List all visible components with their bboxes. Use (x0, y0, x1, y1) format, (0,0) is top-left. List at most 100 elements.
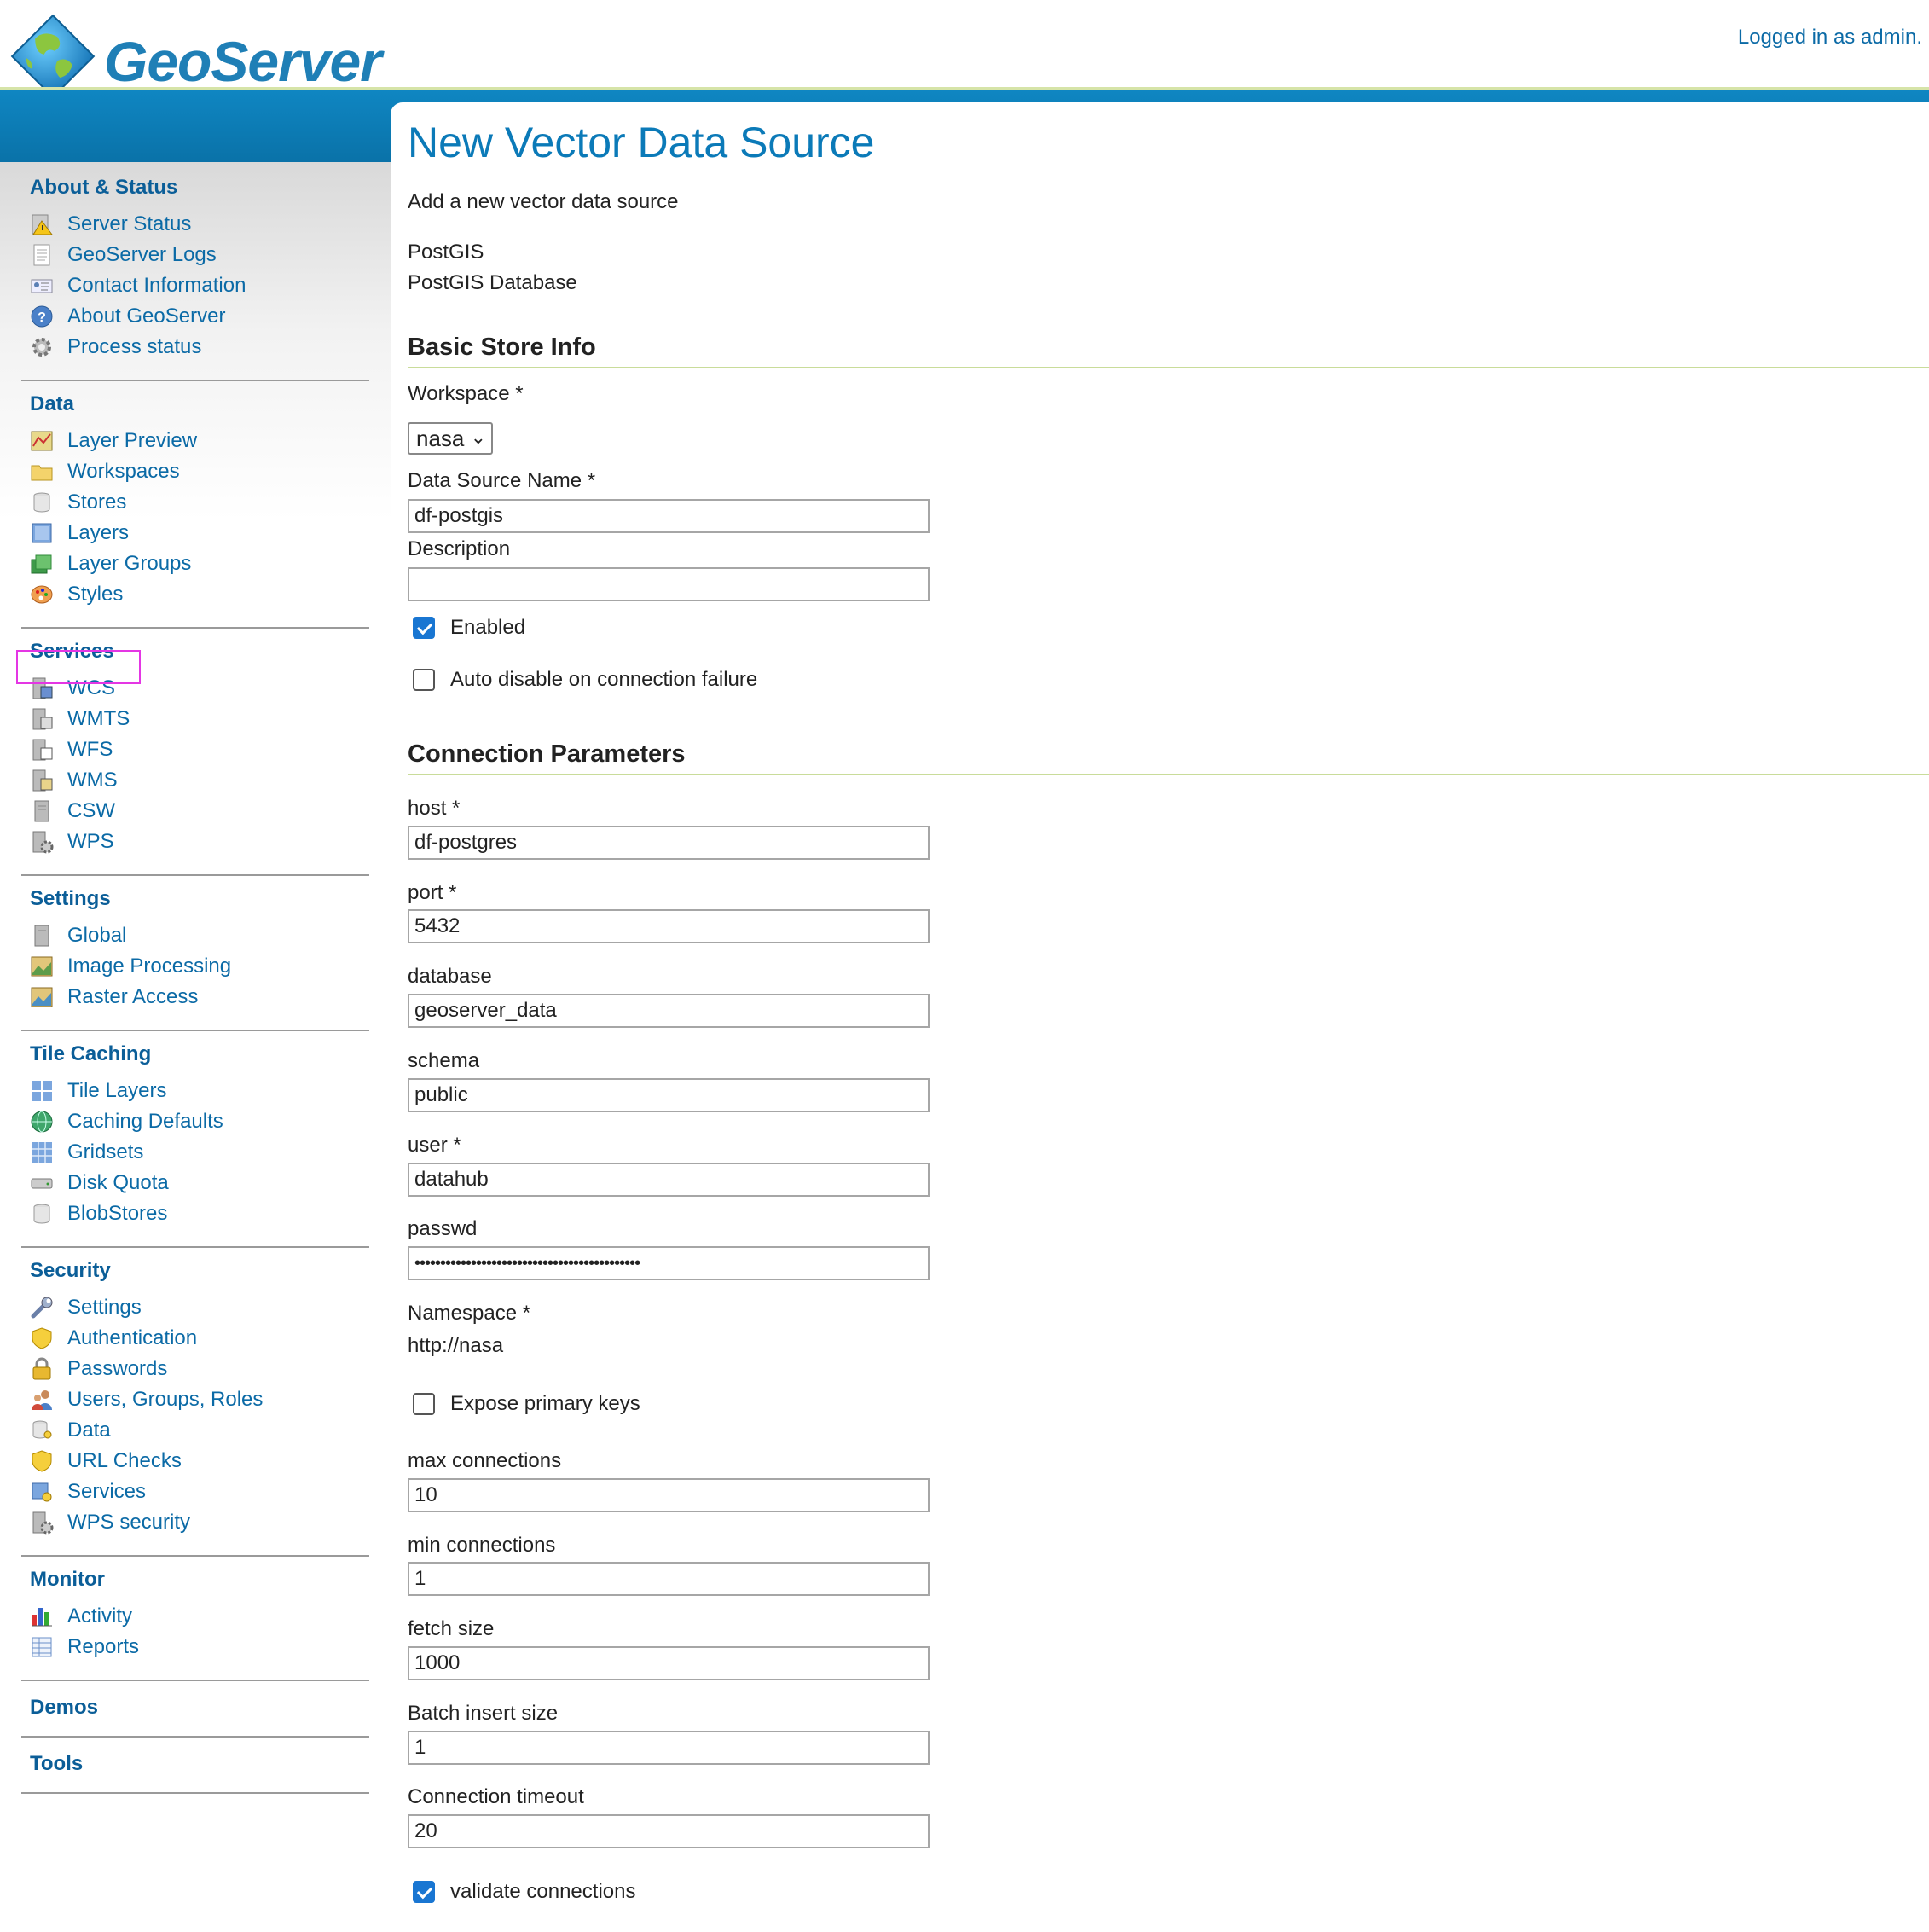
database-icon (33, 492, 50, 513)
service-wmts-icon (32, 708, 53, 730)
section-divider (408, 367, 1929, 368)
schema-label: schema (408, 1049, 480, 1072)
validate-connections-label: validate connections (450, 1880, 636, 1903)
section-title[interactable]: About & Status (30, 175, 369, 200)
sidebar-divider (21, 1680, 369, 1681)
namespace-value: http://nasa (408, 1334, 504, 1357)
image-settings-icon (31, 956, 53, 977)
raster-icon (31, 987, 53, 1007)
workspace-select[interactable]: nasa ⌄ (408, 422, 493, 455)
section-heading-connection: Connection Parameters (408, 740, 686, 768)
sidebar-divider (21, 1246, 369, 1248)
help-icon: ? (31, 305, 53, 328)
schema-input[interactable] (408, 1078, 930, 1112)
passwd-input[interactable]: ••••••••••••••••••••••••••••••••••••••••… (408, 1246, 930, 1280)
sidebar-section-tools: Tools (21, 1751, 369, 1777)
port-input[interactable] (408, 909, 930, 943)
tile-grid-icon (32, 1081, 52, 1101)
page-title: New Vector Data Source (408, 119, 875, 166)
user-label: user * (408, 1134, 461, 1157)
folder-icon (31, 465, 53, 481)
logo-wordmark: GeoServer (104, 30, 382, 93)
sidebar-section-monitor: Monitor (21, 1567, 369, 1593)
batch-insert-size-input[interactable] (408, 1731, 930, 1765)
services-key-icon (32, 1482, 52, 1502)
connection-timeout-label: Connection timeout (408, 1785, 584, 1808)
database-input[interactable] (408, 994, 930, 1028)
connection-timeout-input[interactable] (408, 1814, 930, 1848)
chevron-down-icon: ⌄ (470, 426, 486, 448)
workspace-select-value: nasa (416, 426, 465, 451)
enabled-checkbox[interactable] (413, 617, 435, 639)
section-title[interactable]: Tile Caching (30, 1041, 369, 1067)
auto-disable-checkbox[interactable] (413, 669, 435, 691)
description-label: Description (408, 537, 511, 560)
min-connections-label: min connections (408, 1534, 556, 1557)
enabled-label: Enabled (450, 616, 526, 639)
auto-disable-label: Auto disable on connection failure (450, 668, 758, 691)
lock-icon (32, 1357, 51, 1380)
max-connections-input[interactable] (408, 1478, 930, 1512)
database-icon (33, 1204, 50, 1224)
host-label: host * (408, 797, 461, 820)
document-icon (33, 244, 50, 266)
sidebar-divider (21, 627, 369, 629)
bar-chart-icon (32, 1608, 52, 1627)
wrench-icon (31, 1297, 53, 1319)
globe-icon (31, 1111, 53, 1133)
store-type-description: PostGIS Database (408, 271, 577, 294)
data-source-name-label: Data Source Name * (408, 469, 596, 492)
sidebar-section-tile-caching: Tile Caching (21, 1041, 369, 1067)
store-type: PostGIS (408, 241, 484, 264)
min-connections-input[interactable] (408, 1562, 930, 1596)
section-title-demos[interactable]: Demos (30, 1695, 369, 1720)
main-content: New Vector Data Source Add a new vector … (391, 102, 1929, 1932)
gear-icon (32, 338, 51, 357)
report-table-icon (32, 1637, 52, 1657)
service-wms-icon (32, 769, 53, 792)
data-source-name-input[interactable] (408, 499, 930, 533)
expose-primary-keys-label: Expose primary keys (450, 1392, 640, 1415)
validate-connections-checkbox[interactable] (413, 1881, 435, 1903)
namespace-label: Namespace * (408, 1302, 531, 1325)
svg-text:?: ? (38, 310, 46, 325)
shield-icon (32, 1327, 52, 1349)
database-label: database (408, 965, 492, 988)
sidebar-section-security: Security (21, 1258, 369, 1284)
section-title[interactable]: Settings (30, 886, 369, 912)
fetch-size-label: fetch size (408, 1617, 495, 1640)
workspace-label: Workspace * (408, 382, 524, 405)
sidebar-divider (21, 1792, 369, 1794)
header: GeoServer Logged in as admin. (0, 0, 1929, 99)
sidebar-divider (21, 874, 369, 876)
user-input[interactable] (408, 1163, 930, 1197)
service-wps-icon (32, 831, 54, 854)
sidebar-divider (21, 1030, 369, 1031)
sidebar-divider (21, 1555, 369, 1557)
section-title[interactable]: Monitor (30, 1567, 369, 1593)
section-divider (408, 774, 1929, 775)
shield-icon (32, 1450, 52, 1472)
service-wps-icon (32, 1511, 54, 1535)
sidebar-section-demos: Demos (21, 1695, 369, 1720)
expose-primary-keys-checkbox[interactable] (413, 1393, 435, 1415)
contact-card-icon (31, 279, 53, 293)
section-title-tools[interactable]: Tools (30, 1751, 369, 1777)
section-heading-basic: Basic Store Info (408, 334, 596, 361)
database-key-icon (32, 1420, 52, 1439)
service-wfs-icon (32, 739, 53, 761)
passwd-label: passwd (408, 1217, 478, 1240)
fetch-size-input[interactable] (408, 1646, 930, 1680)
layer-icon (32, 523, 52, 543)
warning-server-icon (32, 214, 53, 235)
sidebar-nav: About & Status Server Status GeoServer L… (0, 162, 391, 1932)
map-preview-icon (31, 431, 53, 451)
sidebar-section-settings: Settings (21, 886, 369, 912)
disk-drive-icon (31, 1178, 53, 1189)
port-label: port * (408, 881, 457, 904)
description-input[interactable] (408, 567, 930, 601)
host-input[interactable] (408, 826, 930, 860)
section-title[interactable]: Data (30, 392, 369, 417)
section-title[interactable]: Security (30, 1258, 369, 1284)
page-subtitle: Add a new vector data source (408, 190, 679, 213)
